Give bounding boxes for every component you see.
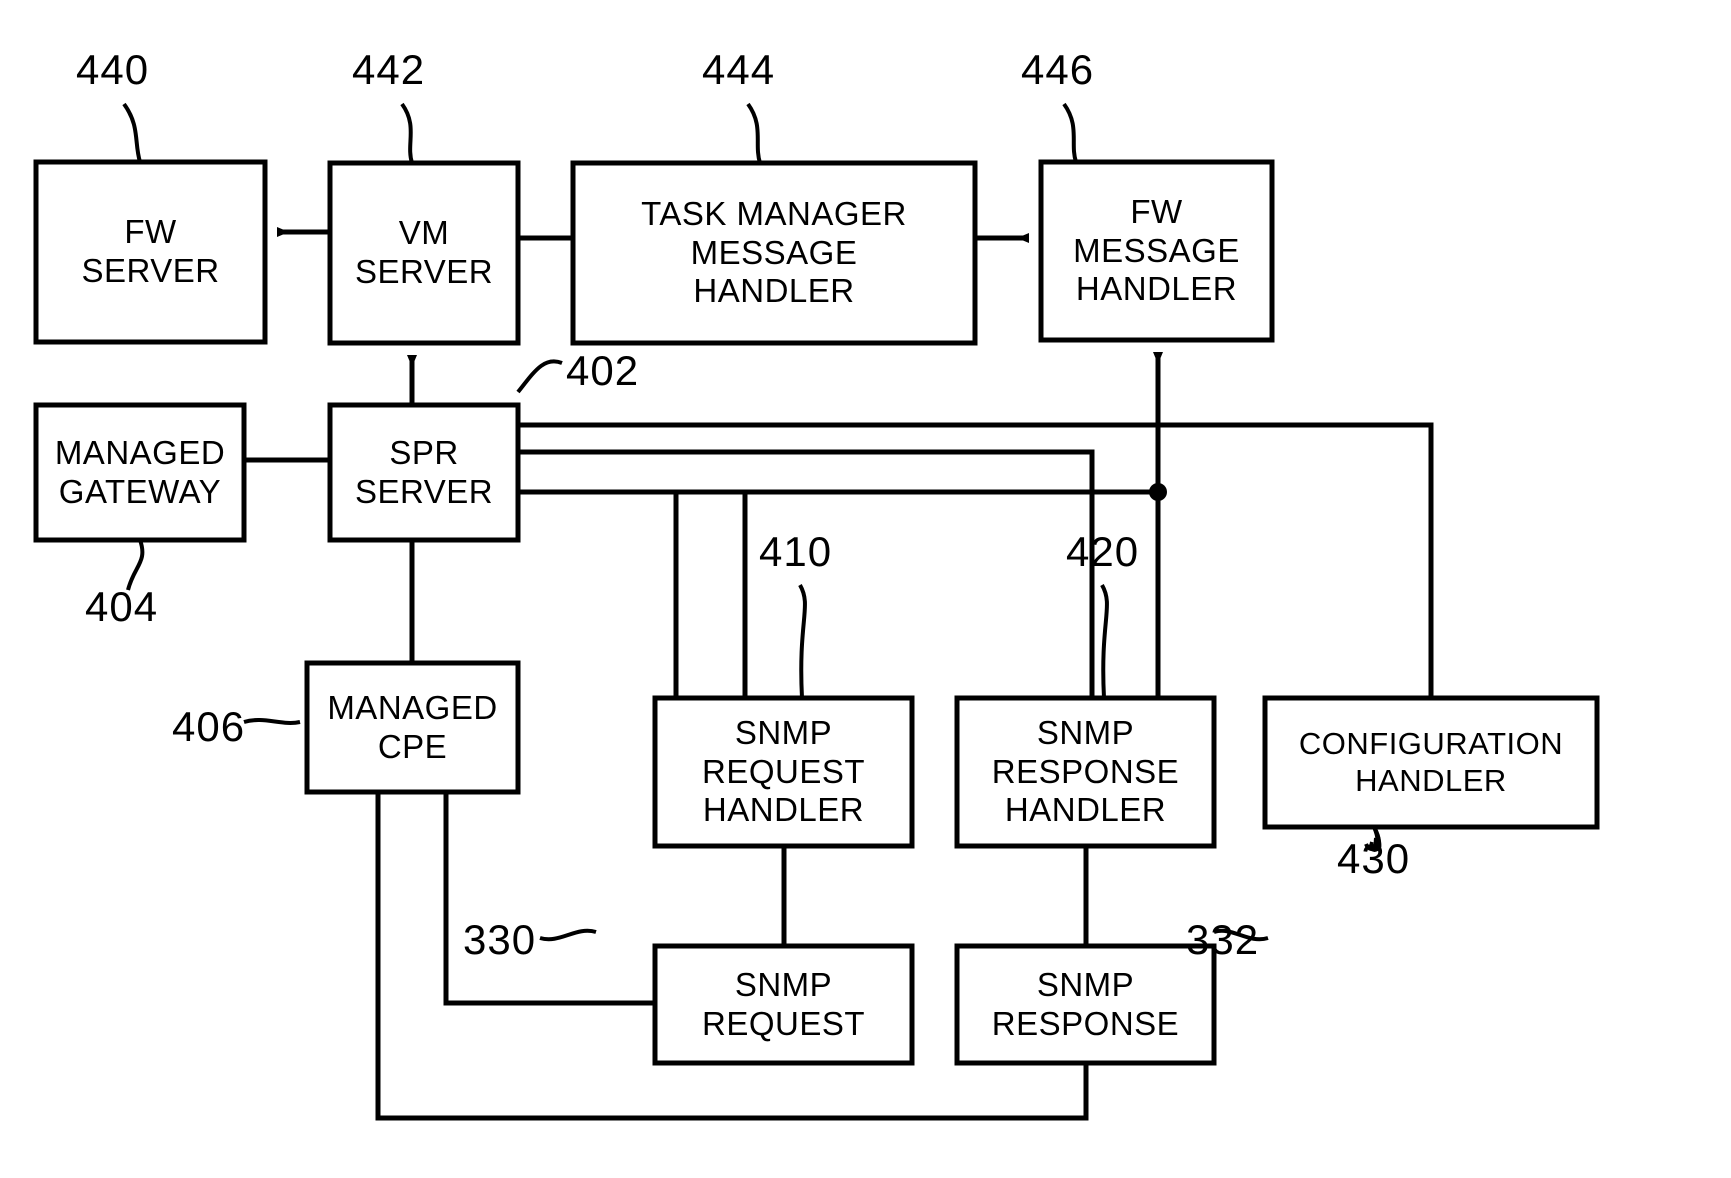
conn-spr-to-config-handler — [518, 422, 1434, 698]
ref-number-420: 420 — [1066, 528, 1140, 575]
ref-number-410: 410 — [759, 528, 833, 575]
block-task-manager-msg — [570, 160, 978, 346]
block-snmp-request — [652, 943, 915, 1066]
leader-330 — [539, 928, 597, 942]
block-snmp-response-handler — [954, 695, 1217, 849]
block-fw-server — [33, 159, 268, 345]
leader-446 — [1062, 102, 1078, 163]
block-managed-cpe — [304, 660, 521, 795]
ref-number-444: 444 — [702, 46, 776, 93]
leader-440 — [122, 102, 142, 163]
ref-number-332: 332 — [1186, 916, 1260, 963]
block-configuration-handler — [1262, 695, 1600, 830]
leader-406 — [243, 718, 301, 725]
leader-442 — [400, 102, 414, 164]
leader-402 — [516, 359, 563, 394]
ref-number-430: 430 — [1337, 835, 1411, 882]
conn-spr-branch-request-handler — [518, 489, 679, 698]
block-fw-message-handler — [1038, 159, 1275, 343]
ref-number-406: 406 — [172, 703, 246, 750]
block-snmp-response — [954, 943, 1217, 1066]
block-managed-gateway — [33, 402, 247, 543]
ref-number-330: 330 — [463, 916, 537, 963]
ref-number-440: 440 — [76, 46, 150, 93]
leader-410 — [798, 584, 807, 699]
leader-444 — [746, 102, 762, 164]
conn-cpe-to-snmp-request — [443, 792, 655, 1006]
ref-number-446: 446 — [1021, 46, 1095, 93]
patent-figure-canvas: FW SERVER VM SERVER TASK MANAGER MESSAGE… — [0, 0, 1731, 1178]
block-vm-server — [327, 160, 521, 346]
conn-spr-to-snmp-request-handler — [518, 489, 748, 698]
junction-dot — [1149, 483, 1167, 501]
ref-number-442: 442 — [352, 46, 426, 93]
diagram-svg — [33, 102, 1600, 1121]
ref-number-404: 404 — [85, 583, 159, 630]
leader-420 — [1100, 584, 1109, 699]
block-snmp-request-handler — [652, 695, 915, 849]
ref-number-402: 402 — [566, 347, 640, 394]
block-spr-server — [327, 402, 521, 543]
